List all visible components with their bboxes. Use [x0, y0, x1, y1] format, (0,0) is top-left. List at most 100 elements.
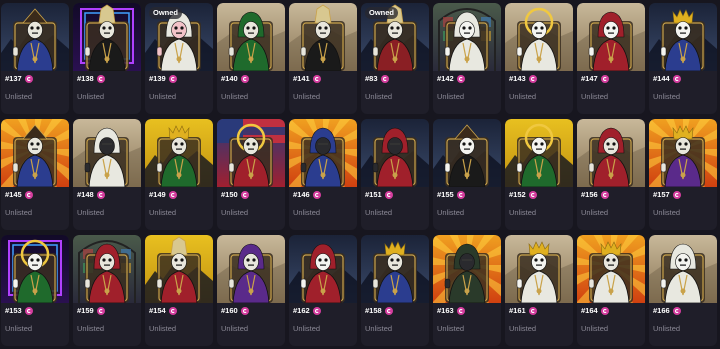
nft-card[interactable]: #166 Unlisted	[649, 235, 717, 346]
nft-card[interactable]: #164 Unlisted	[577, 235, 645, 346]
nft-thumbnail[interactable]	[289, 119, 357, 187]
nft-card[interactable]: #155 Unlisted	[433, 119, 501, 230]
nft-card[interactable]: #162 Unlisted	[289, 235, 357, 346]
nft-thumbnail[interactable]	[145, 119, 213, 187]
listing-status: Unlisted	[77, 208, 105, 217]
nft-thumbnail[interactable]	[217, 235, 285, 303]
collection-logo-icon	[312, 307, 321, 315]
nft-card[interactable]: #144 Unlisted	[649, 3, 717, 114]
nft-id: #144	[653, 74, 670, 83]
nft-id: #162	[293, 306, 310, 315]
nft-meta: #166 Unlisted	[649, 303, 717, 333]
nft-card[interactable]: #157 Unlisted	[649, 119, 717, 230]
nft-card[interactable]: Owned #83 Unlisted	[361, 3, 429, 114]
nft-card[interactable]: #158 Unlisted	[361, 235, 429, 346]
nft-thumbnail[interactable]	[505, 3, 573, 71]
nft-card[interactable]: #137 Unlisted	[1, 3, 69, 114]
listing-status: Unlisted	[437, 208, 465, 217]
nft-card[interactable]: #161 Unlisted	[505, 235, 573, 346]
nft-meta: #154 Unlisted	[145, 303, 213, 333]
nft-id-row: #161	[509, 306, 573, 316]
nft-thumbnail[interactable]	[289, 235, 357, 303]
nft-card[interactable]: #140 Unlisted	[217, 3, 285, 114]
nft-thumbnail[interactable]	[1, 235, 69, 303]
collection-logo-icon	[528, 191, 537, 199]
nft-id-row: #149	[149, 190, 213, 200]
listing-status: Unlisted	[509, 324, 537, 333]
nft-thumbnail[interactable]	[1, 3, 69, 71]
nft-id: #150	[221, 190, 238, 199]
nft-thumbnail[interactable]	[361, 119, 429, 187]
nft-card[interactable]: #148 Unlisted	[73, 119, 141, 230]
collection-logo-icon	[168, 191, 177, 199]
nft-thumbnail[interactable]	[73, 3, 141, 71]
nft-card[interactable]: #146 Unlisted	[289, 119, 357, 230]
nft-card[interactable]: #145 Unlisted	[1, 119, 69, 230]
nft-card[interactable]: #163 Unlisted	[433, 235, 501, 346]
listing-status: Unlisted	[293, 208, 321, 217]
nft-thumbnail[interactable]	[505, 235, 573, 303]
nft-card[interactable]: Owned #139 Unlisted	[145, 3, 213, 114]
nft-id: #166	[653, 306, 670, 315]
nft-meta: #146 Unlisted	[289, 187, 357, 217]
nft-id-row: #164	[581, 306, 645, 316]
listing-status: Unlisted	[221, 208, 249, 217]
nft-card[interactable]: #150 Unlisted	[217, 119, 285, 230]
nft-thumbnail[interactable]	[577, 235, 645, 303]
nft-artwork-image	[649, 119, 717, 187]
nft-card[interactable]: #160 Unlisted	[217, 235, 285, 346]
nft-card[interactable]: #143 Unlisted	[505, 3, 573, 114]
nft-id-row: #137	[5, 74, 69, 84]
nft-artwork-image	[217, 3, 285, 71]
nft-thumbnail[interactable]	[361, 235, 429, 303]
nft-card[interactable]: #138 Unlisted	[73, 3, 141, 114]
nft-card[interactable]: #141 Unlisted	[289, 3, 357, 114]
nft-card[interactable]: #156 Unlisted	[577, 119, 645, 230]
collection-logo-icon	[456, 191, 465, 199]
nft-thumbnail[interactable]	[289, 3, 357, 71]
nft-thumbnail[interactable]	[217, 119, 285, 187]
nft-thumbnail[interactable]	[73, 119, 141, 187]
nft-thumbnail[interactable]	[649, 119, 717, 187]
nft-thumbnail[interactable]	[433, 119, 501, 187]
nft-artwork-image	[505, 3, 573, 71]
nft-card[interactable]: #147 Unlisted	[577, 3, 645, 114]
collection-logo-icon	[672, 191, 681, 199]
nft-card[interactable]: #159 Unlisted	[73, 235, 141, 346]
nft-thumbnail[interactable]: Owned	[361, 3, 429, 71]
nft-thumbnail[interactable]	[1, 119, 69, 187]
nft-id: #152	[509, 190, 526, 199]
nft-card[interactable]: #151 Unlisted	[361, 119, 429, 230]
nft-id: #145	[5, 190, 22, 199]
listing-status: Unlisted	[5, 324, 33, 333]
listing-status: Unlisted	[365, 208, 393, 217]
nft-id-row: #142	[437, 74, 501, 84]
nft-thumbnail[interactable]	[577, 119, 645, 187]
nft-artwork-image	[217, 119, 285, 187]
collection-logo-icon	[384, 191, 393, 199]
nft-thumbnail[interactable]: Owned	[145, 3, 213, 71]
nft-artwork-image	[361, 235, 429, 303]
nft-thumbnail[interactable]	[577, 3, 645, 71]
nft-thumbnail[interactable]	[649, 235, 717, 303]
nft-meta: #147 Unlisted	[577, 71, 645, 101]
nft-card[interactable]: #153 Unlisted	[1, 235, 69, 346]
nft-thumbnail[interactable]	[217, 3, 285, 71]
nft-thumbnail[interactable]	[145, 235, 213, 303]
nft-meta: #140 Unlisted	[217, 71, 285, 101]
nft-thumbnail[interactable]	[649, 3, 717, 71]
nft-card[interactable]: #154 Unlisted	[145, 235, 213, 346]
nft-card[interactable]: #142 Unlisted	[433, 3, 501, 114]
nft-thumbnail[interactable]	[433, 235, 501, 303]
nft-card[interactable]: #152 Unlisted	[505, 119, 573, 230]
listing-status: Unlisted	[437, 324, 465, 333]
nft-thumbnail[interactable]	[73, 235, 141, 303]
collection-logo-icon	[528, 75, 537, 83]
nft-id-row: #151	[365, 190, 429, 200]
nft-card[interactable]: #149 Unlisted	[145, 119, 213, 230]
nft-id: #164	[581, 306, 598, 315]
nft-thumbnail[interactable]	[433, 3, 501, 71]
collection-logo-icon	[240, 75, 249, 83]
nft-thumbnail[interactable]	[505, 119, 573, 187]
nft-meta: #143 Unlisted	[505, 71, 573, 101]
